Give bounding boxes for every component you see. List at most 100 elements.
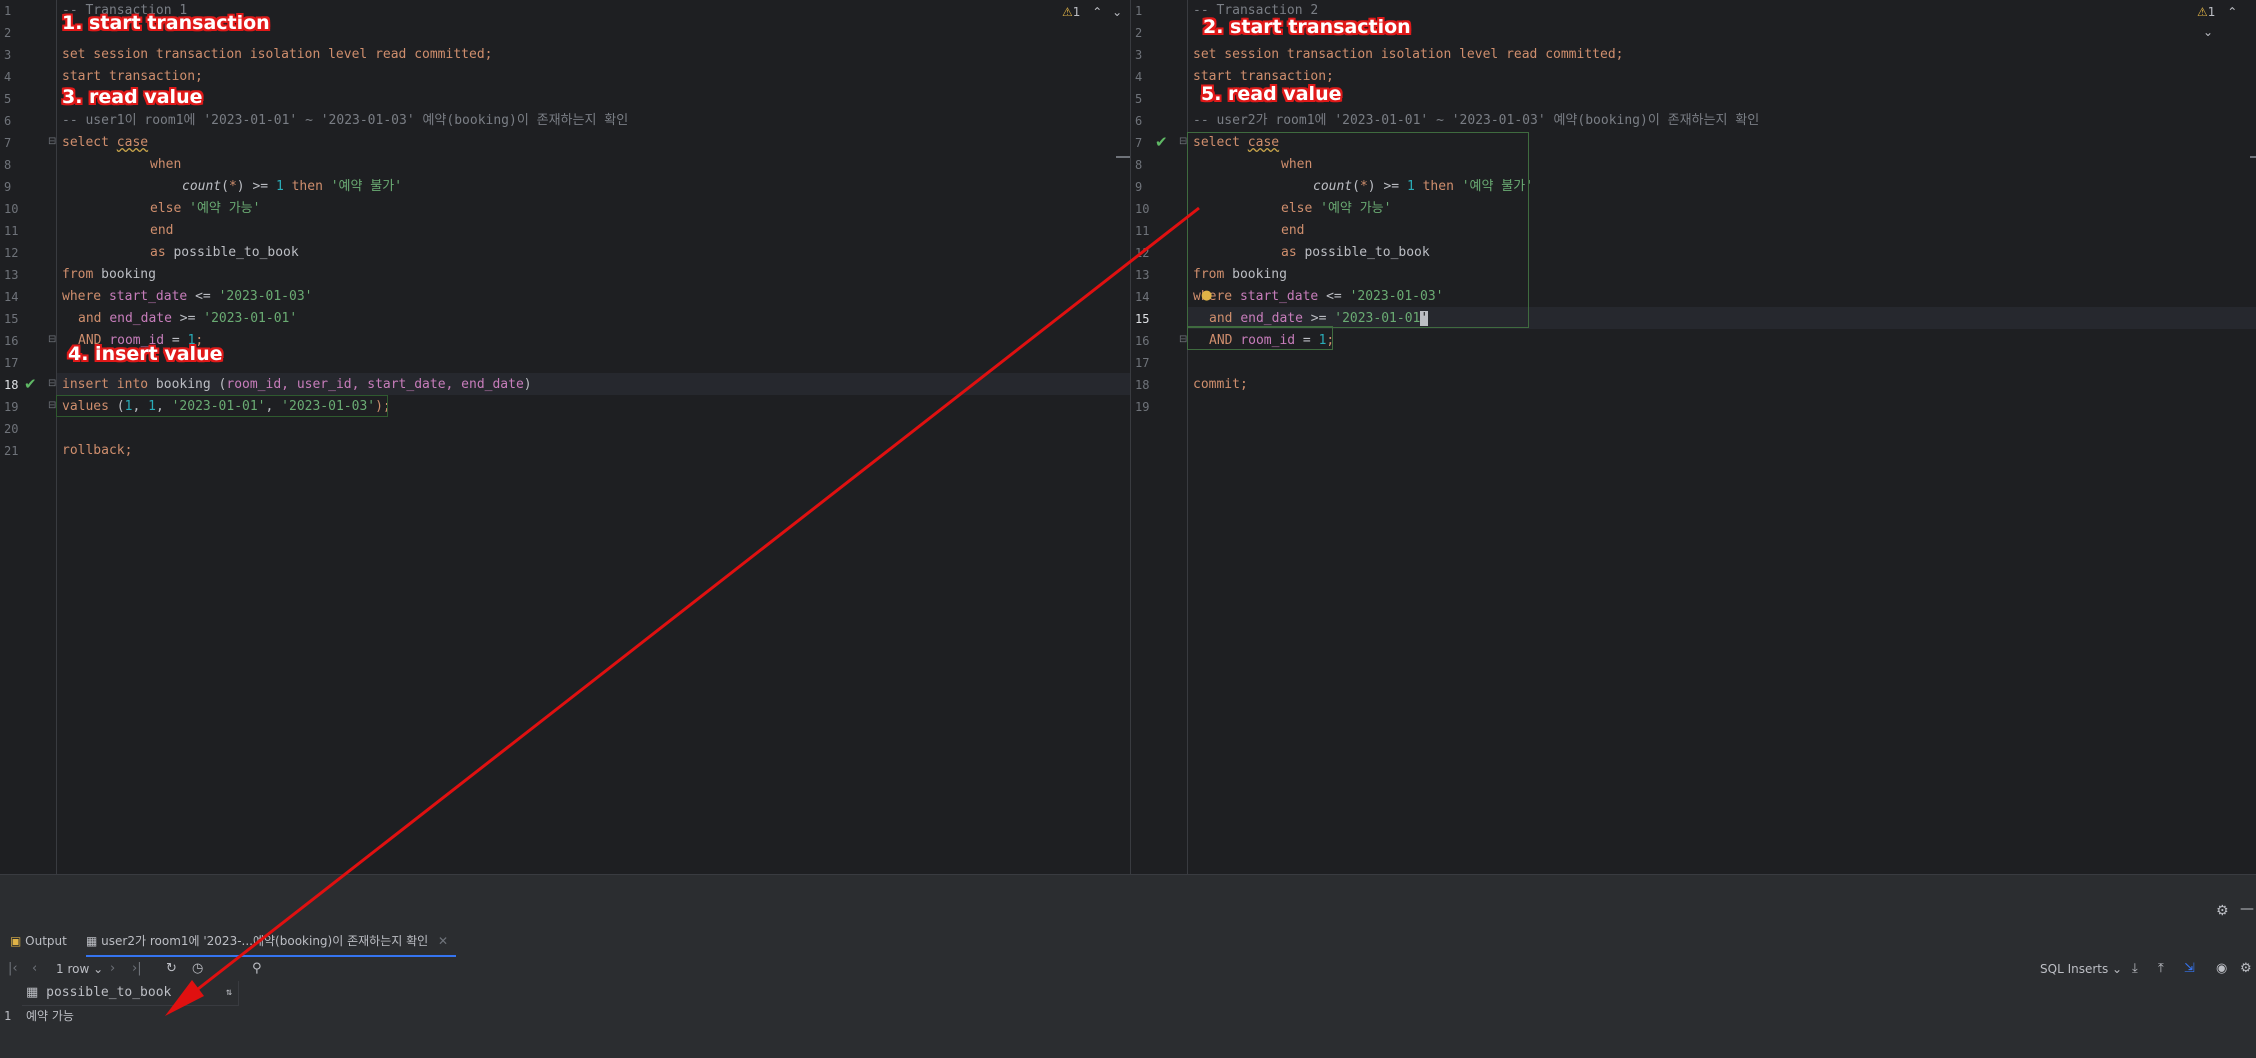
line-number: 1 xyxy=(1135,4,1143,18)
minimize-icon[interactable]: — xyxy=(2240,901,2254,917)
layout-icon[interactable]: ⇲ xyxy=(2184,955,2195,983)
statement-highlight xyxy=(1187,326,1333,350)
line-number: 10 xyxy=(1135,202,1150,216)
format-select[interactable]: SQL Inserts ⌄ xyxy=(2040,955,2122,983)
annotation-insert-value-4: 4. insert value xyxy=(68,343,223,365)
last-page-icon[interactable]: ›| xyxy=(132,955,142,983)
close-icon[interactable]: ✕ xyxy=(438,934,448,948)
code-line: -- user2가 room1에 '2023-01-01' ~ '2023-01… xyxy=(1193,113,1760,128)
tab-output[interactable]: ▣ Output xyxy=(10,927,67,955)
fold-icon[interactable]: ⊟ xyxy=(48,373,56,395)
right-editor[interactable]: 1 2 3 4 5 6 7 8 9 10 11 12 13 14 15 16 17 18 19 ✔ ⊟ ⊟ ⚠1 ⌃… xyxy=(1131,0,2256,874)
settings-icon[interactable]: ⚙ xyxy=(2240,955,2252,983)
result-cell[interactable]: 예약 가능 xyxy=(22,1005,242,1027)
column-header-label: possible_to_book xyxy=(46,985,172,1000)
eye-icon[interactable]: ◉ xyxy=(2216,955,2227,983)
line-number: 15 xyxy=(1135,312,1150,326)
row-count-select[interactable]: 1 row ⌄ xyxy=(56,955,103,983)
line-number: 17 xyxy=(4,356,19,370)
line-number: 2 xyxy=(4,26,12,40)
prev-page-icon[interactable]: ‹ xyxy=(32,955,37,983)
result-grid[interactable]: ▦ possible_to_book ⇅ 1 예약 가능 xyxy=(0,981,240,1041)
history-icon[interactable]: ◷ xyxy=(192,955,203,983)
output-icon: ▣ xyxy=(10,934,22,948)
fold-icon[interactable]: ⊟ xyxy=(48,395,56,417)
line-number: 3 xyxy=(1135,48,1143,62)
column-header[interactable]: ▦ possible_to_book ⇅ xyxy=(22,981,239,1006)
pin-icon[interactable]: ⚲ xyxy=(252,955,262,983)
code-line: count(*) >= 1 then '예약 불가' xyxy=(182,179,403,194)
line-number: 6 xyxy=(4,114,12,128)
annotation-read-value-3: 3. read value xyxy=(62,86,203,108)
annotation-start-transaction-2: 2. start transaction xyxy=(1203,16,1411,38)
code-area[interactable]: -- Transaction 2 set session transaction… xyxy=(1187,0,2256,874)
line-number: 14 xyxy=(4,290,19,304)
code-line: else '예약 가능' xyxy=(150,201,261,216)
table-icon: ▦ xyxy=(86,934,98,948)
bulb-icon[interactable]: ● xyxy=(1201,288,1212,303)
line-number: 15 xyxy=(4,312,19,326)
fold-icon[interactable]: ⊟ xyxy=(48,131,56,153)
refresh-icon[interactable]: ↻ xyxy=(166,955,177,983)
code-line: when xyxy=(150,157,182,172)
table-icon: ▦ xyxy=(26,985,39,1000)
line-number: 9 xyxy=(4,180,12,194)
result-toolbar: |‹ ‹ 1 row ⌄ › ›| ↻ ◷ ⚲ SQL Inserts ⌄ ⤓ … xyxy=(0,955,2256,983)
annotation-read-value-5: 5. read value xyxy=(1201,83,1342,105)
line-number: 17 xyxy=(1135,356,1150,370)
left-editor[interactable]: 1 2 3 4 5 6 7 8 9 10 11 12 13 14 15 16 17 18 19 20 21 ✔ ⊟ ⊟ … xyxy=(0,0,1130,874)
check-icon: ✔ xyxy=(24,375,37,393)
line-number: 11 xyxy=(4,224,19,238)
line-number: 19 xyxy=(4,400,19,414)
line-number: 13 xyxy=(1135,268,1150,282)
line-number: 12 xyxy=(1135,246,1150,260)
code-line: set session transaction isolation level … xyxy=(62,47,493,62)
line-number: 11 xyxy=(1135,224,1150,238)
line-number: 8 xyxy=(1135,158,1143,172)
line-number: 14 xyxy=(1135,290,1150,304)
line-number: 6 xyxy=(1135,114,1143,128)
code-line: select case xyxy=(62,135,149,150)
code-line: -- user1이 room1에 '2023-01-01' ~ '2023-01… xyxy=(62,113,629,128)
line-number: 4 xyxy=(1135,70,1143,84)
line-number: 9 xyxy=(1135,180,1143,194)
line-number: 1 xyxy=(4,4,12,18)
line-number: 7 xyxy=(4,136,12,150)
fold-icon[interactable]: ⊟ xyxy=(1179,131,1187,153)
next-page-icon[interactable]: › xyxy=(110,955,115,983)
settings-icon[interactable]: ⚙ xyxy=(2216,903,2229,919)
sort-icon[interactable]: ⇅ xyxy=(226,981,232,1005)
code-line: and end_date >= '2023-01-01' xyxy=(78,311,298,326)
panel-header-strip xyxy=(0,875,2256,901)
code-line: commit; xyxy=(1193,377,1248,392)
fold-icon[interactable]: ⊟ xyxy=(1179,329,1187,351)
services-panel[interactable]: ⚙ — ▣ Output ▦ user2가 room1에 '2023-...예약… xyxy=(0,874,2256,1058)
code-line: insert into booking (room_id, user_id, s… xyxy=(62,377,532,392)
statement-highlight xyxy=(56,395,388,417)
line-number: 5 xyxy=(4,92,12,106)
line-number: 5 xyxy=(1135,92,1143,106)
code-line: rollback; xyxy=(62,443,133,458)
fold-icon[interactable]: ⊟ xyxy=(48,329,56,351)
check-icon: ✔ xyxy=(1155,133,1168,151)
line-number: 21 xyxy=(4,444,19,458)
tab-label: user2가 room1에 '2023-...예약(booking)이 존재하는… xyxy=(101,934,429,948)
line-number: 2 xyxy=(1135,26,1143,40)
line-number: 13 xyxy=(4,268,19,282)
line-number: 3 xyxy=(4,48,12,62)
annotation-start-transaction-1: 1. start transaction xyxy=(62,12,270,34)
code-area[interactable]: -- Transaction 1 set session transaction… xyxy=(56,0,1130,874)
tab-result[interactable]: ▦ user2가 room1에 '2023-...예약(booking)이 존재… xyxy=(86,927,457,957)
code-line: as possible_to_book xyxy=(150,245,299,260)
import-icon[interactable]: ⤒ xyxy=(2158,955,2164,983)
code-line: start transaction; xyxy=(62,69,203,84)
export-icon[interactable]: ⤓ xyxy=(2132,955,2138,983)
line-number: 19 xyxy=(1135,400,1150,414)
line-number: 16 xyxy=(1135,334,1150,348)
first-page-icon[interactable]: |‹ xyxy=(8,955,18,983)
statement-highlight xyxy=(1187,132,1529,328)
tab-label: Output xyxy=(25,934,67,948)
line-number: 16 xyxy=(4,334,19,348)
line-number: 10 xyxy=(4,202,19,216)
result-tabs: ▣ Output ▦ user2가 room1에 '2023-...예약(boo… xyxy=(0,927,2256,957)
